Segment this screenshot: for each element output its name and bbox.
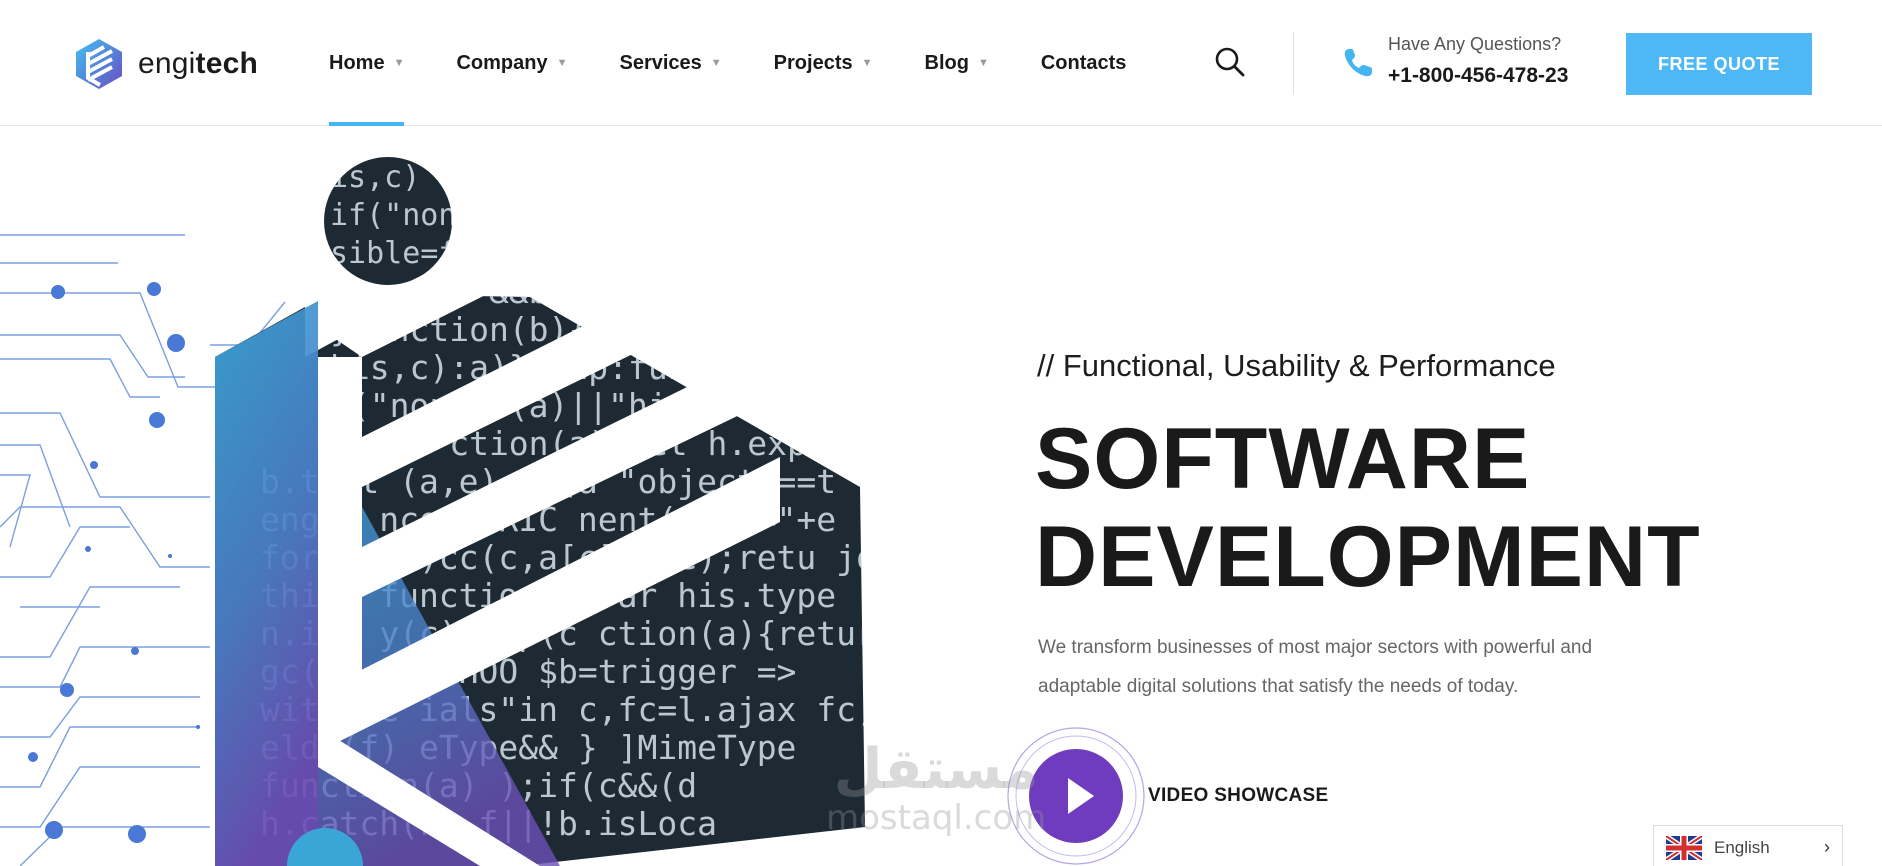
hero-graphic: if("none sible=f &&b.inse }function(b){n…: [0, 157, 870, 866]
svg-text:is,c): is,c): [330, 160, 420, 195]
chevron-down-icon: ▼: [861, 57, 873, 69]
nav-services[interactable]: Services ▼: [619, 0, 721, 126]
site-header: engitech Home ▼ Company ▼ Services ▼ Pro…: [0, 0, 1882, 126]
search-button[interactable]: [1214, 46, 1246, 78]
language-label: English: [1714, 837, 1770, 857]
hero-illustration: if("none sible=f &&b.inse }function(b){n…: [0, 127, 900, 866]
svg-text:if("none: if("none: [330, 198, 475, 233]
search-icon: [1215, 47, 1245, 77]
hero-description: We transform businesses of most major se…: [1038, 637, 1593, 697]
nav-company[interactable]: Company ▼: [456, 0, 567, 126]
brand-logo[interactable]: engitech: [74, 38, 258, 90]
chevron-down-icon: ▼: [556, 57, 568, 69]
phone-icon: [1344, 49, 1372, 77]
contact-phone[interactable]: +1-800-456-478-23: [1388, 64, 1568, 88]
hero-headline: SOFTWARE DEVELOPMENT: [1035, 411, 1701, 605]
nav-contacts[interactable]: Contacts: [1041, 0, 1127, 126]
video-showcase-label: VIDEO SHOWCASE: [1148, 785, 1329, 806]
brand-name: engitech: [138, 47, 259, 80]
main-nav: Home ▼ Company ▼ Services ▼ Projects ▼ B…: [329, 0, 1178, 126]
chevron-down-icon: ▼: [393, 57, 405, 69]
free-quote-button[interactable]: FREE QUOTE: [1626, 33, 1812, 95]
play-button[interactable]: [1006, 726, 1146, 866]
language-selector[interactable]: English ›: [1653, 825, 1843, 866]
hero-tagline: // Functional, Usability & Performance: [1037, 348, 1556, 383]
video-showcase-button[interactable]: VIDEO SHOWCASE: [1006, 726, 1329, 866]
uk-flag-icon: [1666, 835, 1702, 860]
play-icon: [1007, 727, 1145, 865]
chevron-down-icon: ▼: [977, 57, 989, 69]
logo-cube-icon: [76, 39, 122, 89]
contact-question: Have Any Questions?: [1388, 34, 1562, 54]
chevron-down-icon: ▼: [710, 57, 722, 69]
svg-text:sible=f: sible=f: [330, 236, 456, 271]
nav-projects[interactable]: Projects ▼: [774, 0, 873, 126]
nav-blog[interactable]: Blog ▼: [925, 0, 989, 126]
header-divider: [1293, 32, 1294, 94]
nav-home[interactable]: Home ▼: [329, 0, 405, 126]
chevron-right-icon: ›: [1824, 837, 1830, 857]
